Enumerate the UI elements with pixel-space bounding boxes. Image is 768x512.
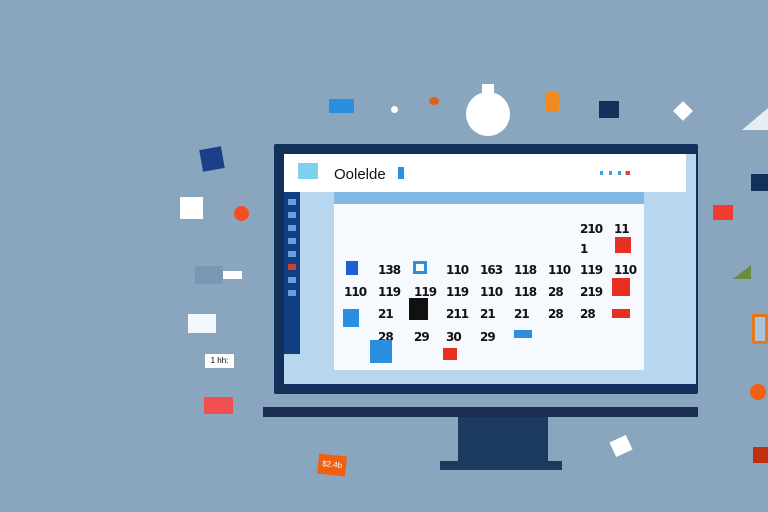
calendar-day[interactable]: 28 xyxy=(548,307,564,321)
calendar-day[interactable]: 30 xyxy=(446,330,462,344)
event-block[interactable] xyxy=(443,348,457,360)
sidebar-item[interactable] xyxy=(288,264,296,270)
flame-icon xyxy=(429,97,439,105)
calendar-day[interactable]: 219 xyxy=(580,285,603,299)
sidebar-item[interactable] xyxy=(288,277,296,283)
toolbar-icons[interactable] xyxy=(600,171,630,175)
menu-icon xyxy=(234,206,249,221)
app-logo-icon xyxy=(298,163,318,179)
sidebar-item[interactable] xyxy=(288,225,296,231)
calendar-day[interactable]: 21 xyxy=(480,307,496,321)
calendar-day[interactable]: 29 xyxy=(414,330,430,344)
label-icon xyxy=(753,447,768,463)
sidebar-item[interactable] xyxy=(288,290,296,296)
app-title: Oolelde xyxy=(334,166,386,183)
calendar-day[interactable]: 211 xyxy=(446,307,469,321)
calendar-day[interactable]: 210 xyxy=(580,222,603,236)
ticket-icon xyxy=(609,434,633,458)
dot-icon xyxy=(391,106,398,113)
calendar-day[interactable]: 11 xyxy=(614,222,630,236)
event-block[interactable] xyxy=(346,261,358,275)
card-label xyxy=(223,271,242,279)
event-block[interactable] xyxy=(514,330,532,338)
event-block[interactable] xyxy=(615,237,631,253)
folder-icon xyxy=(751,174,768,191)
monitor-stand xyxy=(458,417,548,461)
calendar-day[interactable]: 138 xyxy=(378,263,401,277)
calendar-day[interactable]: 119 xyxy=(580,263,603,277)
monitor-foot xyxy=(440,461,562,470)
price-tag: $2.4b xyxy=(317,453,347,477)
triangle-icon xyxy=(742,108,768,130)
sidebar-item[interactable] xyxy=(288,238,296,244)
calendar-day[interactable]: 119 xyxy=(446,285,469,299)
sidebar-item[interactable] xyxy=(288,199,296,205)
calendar-day[interactable]: 110 xyxy=(344,285,367,299)
event-block[interactable] xyxy=(343,309,359,327)
calendar-day[interactable]: 163 xyxy=(480,263,503,277)
calendar-day[interactable]: 110 xyxy=(548,263,571,277)
calendar-day[interactable]: 21 xyxy=(378,307,394,321)
sidebar xyxy=(284,192,300,354)
calendar-icon xyxy=(199,146,225,172)
note-card xyxy=(188,314,216,333)
tag-icon xyxy=(673,101,693,121)
event-block[interactable] xyxy=(370,340,392,363)
calendar-day[interactable]: 119 xyxy=(378,285,401,299)
pennant-icon xyxy=(733,265,751,279)
folder-icon xyxy=(599,101,619,118)
alert-icon xyxy=(750,384,766,400)
calendar-header xyxy=(334,192,644,204)
card xyxy=(195,266,223,284)
calendar-day[interactable]: 118 xyxy=(514,263,537,277)
badge-icon xyxy=(545,92,559,112)
sidebar-item[interactable] xyxy=(288,212,296,218)
frame-icon xyxy=(752,314,768,344)
event-block[interactable] xyxy=(612,278,630,296)
cursor-indicator xyxy=(398,167,404,179)
clock-crown xyxy=(482,84,494,94)
calendar-day[interactable]: 110 xyxy=(446,263,469,277)
note-card xyxy=(180,197,203,219)
event-block[interactable] xyxy=(413,261,427,274)
calendar-day[interactable]: 28 xyxy=(548,285,564,299)
mail-icon xyxy=(329,99,354,113)
calendar-day[interactable]: 21 xyxy=(514,307,530,321)
sidebar-item[interactable] xyxy=(288,251,296,257)
event-block[interactable] xyxy=(409,298,428,320)
clock-icon xyxy=(466,92,510,136)
monitor-bezel-bottom xyxy=(263,407,698,417)
event-block[interactable] xyxy=(612,309,630,318)
time-badge: 1 hh: xyxy=(205,354,234,368)
calendar-day[interactable]: 110 xyxy=(480,285,503,299)
calendar-day[interactable]: 110 xyxy=(614,263,637,277)
calendar-day[interactable]: 1 xyxy=(580,242,588,256)
calendar-day[interactable]: 118 xyxy=(514,285,537,299)
calendar-day[interactable]: 28 xyxy=(580,307,596,321)
flag-icon xyxy=(713,205,733,220)
red-tag xyxy=(204,397,233,414)
calendar-day[interactable]: 119 xyxy=(414,285,437,299)
calendar-day[interactable]: 29 xyxy=(480,330,496,344)
